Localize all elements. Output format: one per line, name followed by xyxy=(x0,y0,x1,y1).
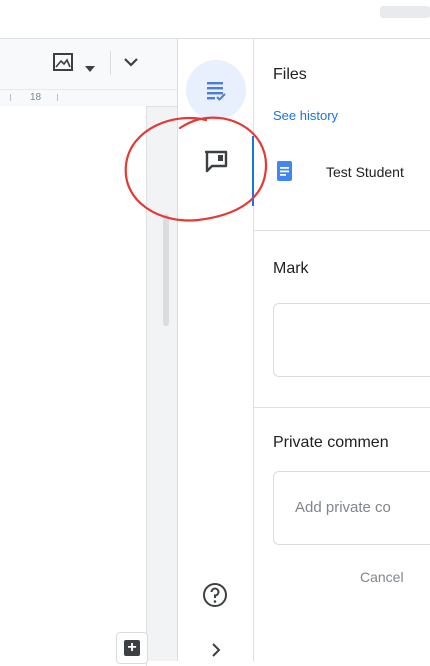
google-docs-icon xyxy=(277,161,292,181)
top-bar-control[interactable] xyxy=(380,6,430,18)
help-icon xyxy=(203,583,227,607)
side-rail xyxy=(178,39,254,661)
divider xyxy=(254,407,430,408)
mark-input[interactable] xyxy=(273,303,430,377)
ruler: 18 xyxy=(0,89,177,107)
mark-label: Mark xyxy=(273,260,309,277)
add-button[interactable]: + xyxy=(116,632,148,664)
ruler-number: 18 xyxy=(30,92,42,103)
image-icon[interactable] xyxy=(53,53,73,71)
top-bar xyxy=(0,0,430,39)
help-button[interactable] xyxy=(200,580,230,610)
see-history-link[interactable]: See history xyxy=(273,108,338,123)
divider xyxy=(254,230,430,231)
ruler-tick xyxy=(10,94,11,101)
assignment-panel: Files See history Test Student Mark Priv… xyxy=(254,39,430,661)
private-comment-input[interactable]: Add private co xyxy=(273,471,430,545)
private-comment-placeholder: Add private co xyxy=(295,499,391,516)
files-button[interactable] xyxy=(186,60,246,120)
chevron-down-icon[interactable] xyxy=(122,55,140,69)
file-name: Test Student xyxy=(326,164,404,180)
assignment-files-icon xyxy=(207,82,226,101)
cancel-button[interactable]: Cancel xyxy=(360,569,404,585)
files-title: Files xyxy=(273,66,307,83)
arrow-drop-down-icon[interactable] xyxy=(85,59,95,72)
comment-icon xyxy=(204,150,228,173)
plus-icon: + xyxy=(124,640,140,656)
private-comments-label: Private commen xyxy=(273,434,389,451)
ruler-tick xyxy=(57,94,58,101)
scrollbar[interactable] xyxy=(163,214,169,326)
comment-button[interactable] xyxy=(200,145,232,177)
chevron-right-icon xyxy=(212,643,221,657)
expand-button[interactable] xyxy=(206,640,226,660)
document-page[interactable] xyxy=(0,106,147,666)
document-pane: 18 + xyxy=(0,39,178,666)
document-toolbar xyxy=(0,39,177,89)
file-row[interactable]: Test Student xyxy=(254,136,430,206)
toolbar-divider xyxy=(110,51,111,75)
